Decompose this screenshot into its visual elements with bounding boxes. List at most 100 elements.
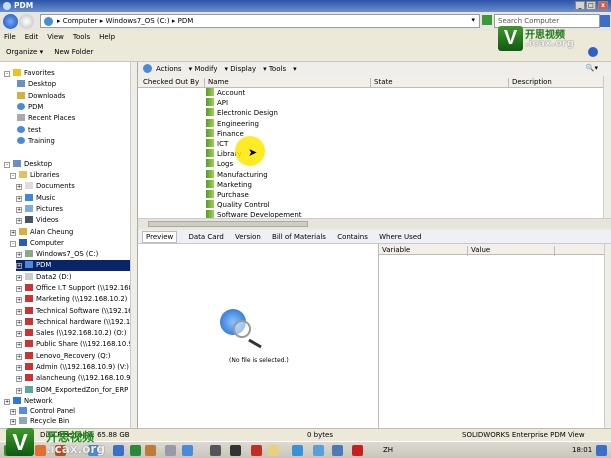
pdm-taskbar-icon[interactable] xyxy=(182,445,193,456)
folder-row[interactable]: Electronic Design xyxy=(206,108,278,118)
app-icon[interactable] xyxy=(332,445,343,456)
app-icon[interactable] xyxy=(210,445,221,456)
search-tool-icon[interactable]: 🔍▾ xyxy=(586,64,598,72)
folder-row[interactable]: ICT xyxy=(206,139,228,149)
tab-bill-of-materials[interactable]: Bill of Materials xyxy=(272,233,326,241)
tree-drive[interactable]: + Sales (\\192.168.10.2) (O:) xyxy=(16,328,127,339)
refresh-button[interactable] xyxy=(482,15,492,25)
filezilla-icon[interactable] xyxy=(251,445,262,456)
tree-item[interactable]: + Documents xyxy=(16,181,75,192)
tree-drive[interactable]: + Office I.T Support (\\192.168.10 xyxy=(16,283,137,294)
app-icon[interactable] xyxy=(145,445,156,456)
column-description[interactable]: Description xyxy=(508,78,552,88)
search-icon[interactable] xyxy=(600,15,610,27)
menu-tools[interactable]: Tools xyxy=(73,33,90,41)
column-variable[interactable]: Variable xyxy=(379,246,410,256)
folder-row[interactable]: API xyxy=(206,98,228,108)
breadcrumb-drive[interactable]: Windows7_OS (C:) xyxy=(106,17,170,25)
variables-scrollbar[interactable] xyxy=(604,244,611,428)
actions-menu[interactable]: Actions xyxy=(156,65,182,73)
pdm-icon xyxy=(17,103,25,110)
modify-menu[interactable]: Modify xyxy=(194,65,217,73)
language-indicator[interactable]: ZH xyxy=(383,446,393,454)
folder-row[interactable]: Marketing xyxy=(206,179,252,190)
chevron-down-icon[interactable]: ▾ xyxy=(471,16,475,24)
tree-item[interactable]: Desktop xyxy=(17,79,56,90)
help-icon[interactable] xyxy=(588,47,598,57)
app-icon[interactable] xyxy=(35,445,46,456)
explorer-icon[interactable] xyxy=(268,445,279,456)
tab-version[interactable]: Version xyxy=(235,233,261,241)
close-button[interactable]: x xyxy=(598,1,608,10)
menu-help[interactable]: Help xyxy=(99,33,115,41)
clock[interactable]: 18:01 xyxy=(572,446,592,454)
tree-drive[interactable]: + alancheung (\\192.168.10.9\Pub xyxy=(16,373,137,384)
tree-drive[interactable]: + Marketing (\\192.168.10.2) (L:) xyxy=(16,294,137,305)
app-icon[interactable] xyxy=(313,445,324,456)
app-icon[interactable] xyxy=(230,445,241,456)
tools-menu[interactable]: Tools xyxy=(269,65,286,73)
forward-button[interactable] xyxy=(19,14,34,29)
show-desktop-button[interactable] xyxy=(596,445,607,456)
minimize-button[interactable]: _ xyxy=(575,1,585,10)
organize-button[interactable]: Organize xyxy=(6,48,37,56)
list-vertical-scrollbar[interactable] xyxy=(603,76,611,218)
excel-icon[interactable] xyxy=(130,445,141,456)
column-name[interactable]: Name xyxy=(204,78,229,88)
tree-pdm-selected[interactable]: + PDM xyxy=(16,260,137,272)
tree-drive[interactable]: + Technical Software (\\192.168.1 xyxy=(16,306,137,317)
column-state[interactable]: State xyxy=(370,78,393,88)
display-menu[interactable]: Display xyxy=(230,65,256,73)
tree-item[interactable]: test xyxy=(17,125,41,136)
folder-row[interactable]: Engineering xyxy=(206,118,259,129)
list-horizontal-scrollbar[interactable] xyxy=(138,218,611,228)
folder-row[interactable]: Manufacturing xyxy=(206,169,268,180)
tree-item[interactable]: Training xyxy=(17,136,55,147)
breadcrumb-pdm[interactable]: PDM xyxy=(178,17,194,25)
menu-view[interactable]: View xyxy=(47,33,64,41)
folder-row[interactable]: Logs xyxy=(206,159,233,169)
tree-desktop[interactable]: - Desktop xyxy=(4,159,52,170)
tree-drive[interactable]: + Data2 (D:) xyxy=(16,272,72,283)
column-value[interactable]: Value xyxy=(467,246,490,256)
tree-item[interactable]: + Music xyxy=(16,193,55,204)
tree-libraries[interactable]: - Libraries xyxy=(10,170,59,181)
folder-row[interactable]: Finance xyxy=(206,128,244,139)
tree-drive[interactable]: + Lenovo_Recovery (Q:) xyxy=(16,351,111,362)
app-icon[interactable] xyxy=(292,445,303,456)
folder-row[interactable]: Purchase xyxy=(206,190,249,200)
tree-item[interactable]: Recent Places xyxy=(17,113,75,124)
tree-item[interactable]: Downloads xyxy=(17,91,65,102)
menu-file[interactable]: File xyxy=(4,33,16,41)
acrobat-icon[interactable] xyxy=(352,445,363,456)
tree-recycle-bin[interactable]: + Recycle Bin xyxy=(10,416,69,427)
tab-contains[interactable]: Contains xyxy=(337,233,368,241)
tab-data-card[interactable]: Data Card xyxy=(188,233,223,241)
folder-row[interactable]: Quality Control xyxy=(206,200,270,210)
app-icon[interactable] xyxy=(113,445,124,456)
maximize-button[interactable]: □ xyxy=(586,1,596,10)
new-folder-button[interactable]: New Folder xyxy=(54,48,93,56)
nav-scrollbar[interactable] xyxy=(130,62,137,428)
back-button[interactable] xyxy=(3,14,18,29)
tab-preview[interactable]: Preview xyxy=(142,231,178,243)
tree-user[interactable]: + Alan Cheung xyxy=(10,227,73,238)
tree-drive[interactable]: + Admin (\\192.168.10.9) (V:) xyxy=(16,362,129,373)
tree-item[interactable]: + Videos xyxy=(16,215,59,226)
tree-computer[interactable]: - Computer xyxy=(10,238,64,249)
breadcrumb-computer[interactable]: Computer xyxy=(63,17,98,25)
column-checked-out-by[interactable]: Checked Out By xyxy=(138,78,199,88)
tree-item[interactable]: + Pictures xyxy=(16,204,63,215)
menu-edit[interactable]: Edit xyxy=(25,33,39,41)
tree-favorites[interactable]: - Favorites xyxy=(4,68,55,79)
tree-drive[interactable]: + Technical hardware (\\192.168.1 xyxy=(16,317,137,328)
star-icon xyxy=(13,69,21,76)
folder-row[interactable]: Account xyxy=(206,88,245,98)
tab-where-used[interactable]: Where Used xyxy=(379,233,421,241)
tree-drive[interactable]: + Windows7_OS (C:) xyxy=(16,249,98,260)
tree-drive[interactable]: + BOM_ExportedZon_for_ERP (\\lo xyxy=(16,385,137,396)
app-icon[interactable] xyxy=(165,445,176,456)
tree-drive[interactable]: + Public Share (\\192.168.10.9) (P xyxy=(16,339,137,350)
breadcrumb[interactable]: ▸ Computer ▸ Windows7_OS (C:) ▸ PDM ▾ xyxy=(40,14,480,28)
tree-item[interactable]: PDM xyxy=(17,102,43,113)
